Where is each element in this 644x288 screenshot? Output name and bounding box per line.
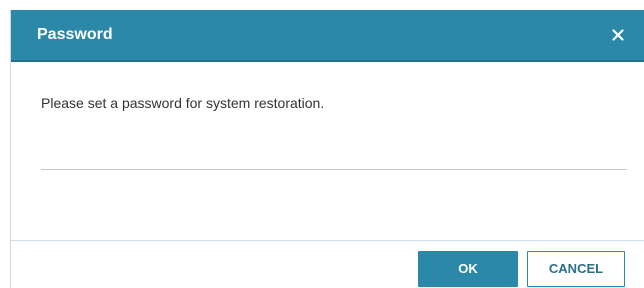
password-dialog: Password Please set a password for syste… [10, 10, 644, 288]
close-icon [605, 22, 631, 48]
ok-button[interactable]: OK [418, 251, 518, 287]
cancel-button[interactable]: CANCEL [527, 251, 625, 287]
password-field[interactable] [41, 136, 627, 170]
close-button[interactable] [605, 22, 631, 48]
dialog-header: Password [11, 10, 644, 62]
dialog-message: Please set a password for system restora… [41, 95, 325, 111]
dialog-title: Password [37, 26, 113, 43]
footer-divider [11, 240, 644, 241]
